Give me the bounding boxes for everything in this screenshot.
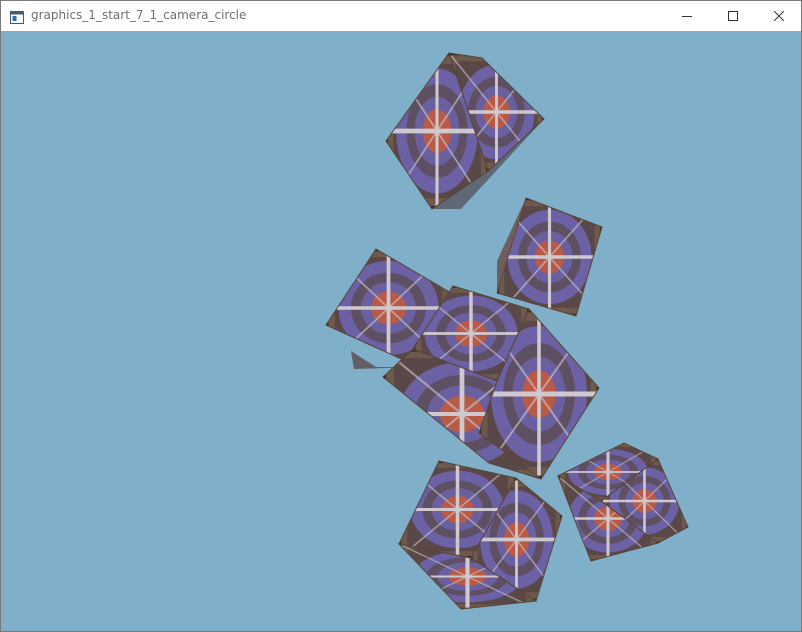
app-window: graphics_1_start_7_1_camera_circle — [0, 0, 802, 632]
title-bar[interactable]: graphics_1_start_7_1_camera_circle — [1, 1, 801, 31]
scene-canvas — [1, 31, 801, 631]
close-icon — [774, 11, 784, 21]
maximize-button[interactable] — [710, 1, 756, 31]
maximize-icon — [728, 11, 738, 21]
close-button[interactable] — [756, 1, 802, 31]
render-viewport[interactable] — [1, 31, 801, 631]
window-title: graphics_1_start_7_1_camera_circle — [31, 8, 247, 22]
window-app-icon — [10, 9, 24, 24]
minimize-icon — [682, 11, 692, 21]
minimize-button[interactable] — [664, 1, 710, 31]
